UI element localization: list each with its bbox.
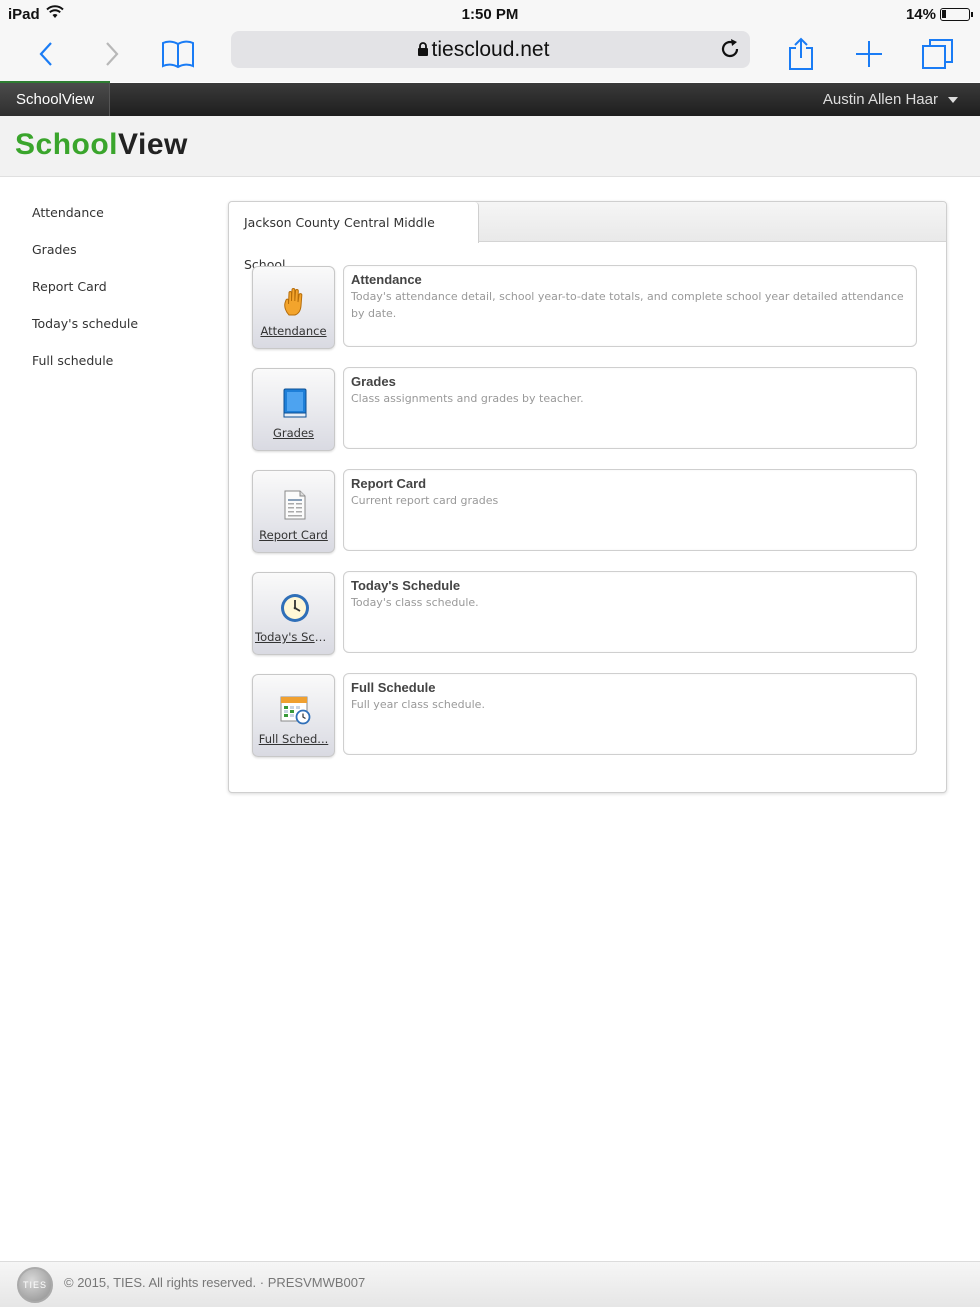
tab-school[interactable]: Jackson County Central Middle School: [229, 202, 479, 272]
user-menu[interactable]: Austin Allen Haar: [823, 83, 958, 116]
module-title: Full Schedule: [351, 680, 436, 695]
module-row-report-card: Report Card Report Card Current report c…: [252, 469, 917, 554]
nav-item-report-card[interactable]: Report Card: [32, 279, 212, 316]
book-icon: [283, 388, 307, 418]
back-button[interactable]: [24, 34, 68, 74]
full-schedule-description: Full Schedule Full year class schedule.: [343, 673, 917, 755]
todays-schedule-description: Today's Schedule Today's class schedule.: [343, 571, 917, 653]
module-title: Today's Schedule: [351, 578, 461, 593]
module-row-attendance: Attendance Attendance Today's attendance…: [252, 265, 917, 350]
clock: 1:50 PM: [461, 6, 519, 23]
module-title: Attendance: [351, 272, 422, 287]
left-nav: Attendance Grades Report Card Today's sc…: [32, 205, 212, 390]
module-title: Grades: [351, 374, 396, 389]
grades-button-label: Grades: [272, 426, 315, 440]
calendar-icon: [280, 696, 311, 725]
copyright-text: © 2015, TIES. All rights reserved. · PRE…: [64, 1275, 366, 1290]
school-tab-strip: Jackson County Central Middle School: [229, 202, 946, 272]
module-row-full-schedule: Full Sched... Full Schedule Full year cl…: [252, 673, 917, 758]
reload-icon[interactable]: [718, 37, 742, 61]
battery-percent: 14%: [905, 6, 936, 23]
brand-header: SchoolView: [0, 116, 980, 177]
full-schedule-button-label: Full Sched...: [258, 732, 329, 746]
book-open-icon: [162, 40, 194, 69]
full-schedule-button[interactable]: Full Sched...: [252, 674, 335, 757]
forward-button[interactable]: [90, 34, 134, 74]
module-text: Full year class schedule.: [351, 698, 485, 711]
url-text: tiescloud.net: [431, 38, 550, 61]
nav-item-todays-schedule[interactable]: Today's schedule: [32, 316, 212, 353]
plus-icon: [856, 41, 882, 67]
address-bar[interactable]: tiescloud.net: [231, 31, 750, 68]
status-bar: iPad 1:50 PM 14%: [0, 0, 980, 28]
report-card-icon: [284, 490, 306, 520]
nav-item-full-schedule[interactable]: Full schedule: [32, 353, 212, 390]
module-text: Class assignments and grades by teacher.: [351, 392, 584, 405]
clock-icon: [281, 594, 309, 622]
grades-button[interactable]: Grades: [252, 368, 335, 451]
main-panel: Jackson County Central Middle School Att…: [228, 201, 947, 793]
attendance-description: Attendance Today's attendance detail, sc…: [343, 265, 917, 347]
hand-icon: [284, 288, 303, 316]
bookmarks-button[interactable]: [156, 34, 200, 74]
module-row-todays-schedule: Today's Sch... Today's Schedule Today's …: [252, 571, 917, 656]
report-card-button-label: Report Card: [259, 528, 328, 542]
tabs-button[interactable]: [916, 34, 960, 74]
share-button[interactable]: [779, 34, 823, 74]
grades-description: Grades Class assignments and grades by t…: [343, 367, 917, 449]
tabs-icon: [922, 39, 953, 69]
module-text: Today's class schedule.: [351, 596, 479, 609]
page-footer: TIES © 2015, TIES. All rights reserved. …: [0, 1261, 980, 1307]
module-text: Current report card grades: [351, 494, 499, 507]
todays-schedule-button[interactable]: Today's Sch...: [252, 572, 335, 655]
attendance-button[interactable]: Attendance: [252, 266, 335, 349]
new-tab-button[interactable]: [847, 34, 891, 74]
todays-schedule-button-label: Today's Sch...: [255, 630, 332, 644]
caret-down-icon: [948, 96, 958, 103]
nav-item-attendance[interactable]: Attendance: [32, 205, 212, 242]
app-tab-schoolview[interactable]: SchoolView: [0, 83, 110, 116]
ties-logo: TIES: [17, 1267, 53, 1303]
app-header: SchoolView Austin Allen Haar: [0, 83, 980, 116]
report-card-button[interactable]: Report Card: [252, 470, 335, 553]
battery-icon: [940, 8, 973, 21]
share-icon: [789, 37, 813, 70]
chevron-left-icon: [39, 42, 52, 66]
module-row-grades: Grades Grades Class assignments and grad…: [252, 367, 917, 452]
module-title: Report Card: [351, 476, 427, 491]
report-card-description: Report Card Current report card grades: [343, 469, 917, 551]
schoolview-logo[interactable]: SchoolView: [15, 128, 188, 162]
nav-item-grades[interactable]: Grades: [32, 242, 212, 279]
user-name: Austin Allen Haar: [822, 91, 938, 108]
chevron-right-icon: [106, 42, 119, 66]
module-text: Today's attendance detail, school year-t…: [351, 290, 904, 320]
browser-toolbar: tiescloud.net: [0, 28, 980, 82]
attendance-button-label: Attendance: [260, 324, 327, 338]
